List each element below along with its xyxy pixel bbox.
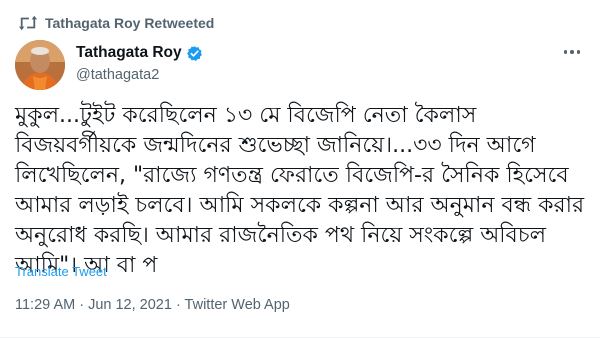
retweet-label: Tathagata Roy Retweeted [45,15,215,31]
translate-tweet-link[interactable]: Translate Tweet [15,264,107,279]
tweet-text: মুকুল...টুইট করেছিলেন ১৩ মে বিজেপি নেতা … [15,103,585,278]
verified-badge-icon [186,45,203,62]
author-name-row: Tathagata Roy [76,43,203,63]
retweet-indicator[interactable]: Tathagata Roy Retweeted [17,13,214,33]
more-options-button[interactable] [560,40,584,64]
more-dot [576,50,581,54]
tweet-card: Tathagata Roy Retweeted Tathagata Roy @t… [0,0,600,338]
avatar[interactable] [15,40,65,90]
retweet-icon [17,14,39,32]
more-dot [563,50,568,54]
author-handle[interactable]: @tathagata2 [76,67,203,83]
more-dot [570,50,574,54]
tweet-timestamp-source[interactable]: 11:29 AM · Jun 12, 2021 · Twitter Web Ap… [15,297,290,313]
author-display-name[interactable]: Tathagata Roy [76,44,182,62]
author-info: Tathagata Roy @tathagata2 [76,43,203,83]
